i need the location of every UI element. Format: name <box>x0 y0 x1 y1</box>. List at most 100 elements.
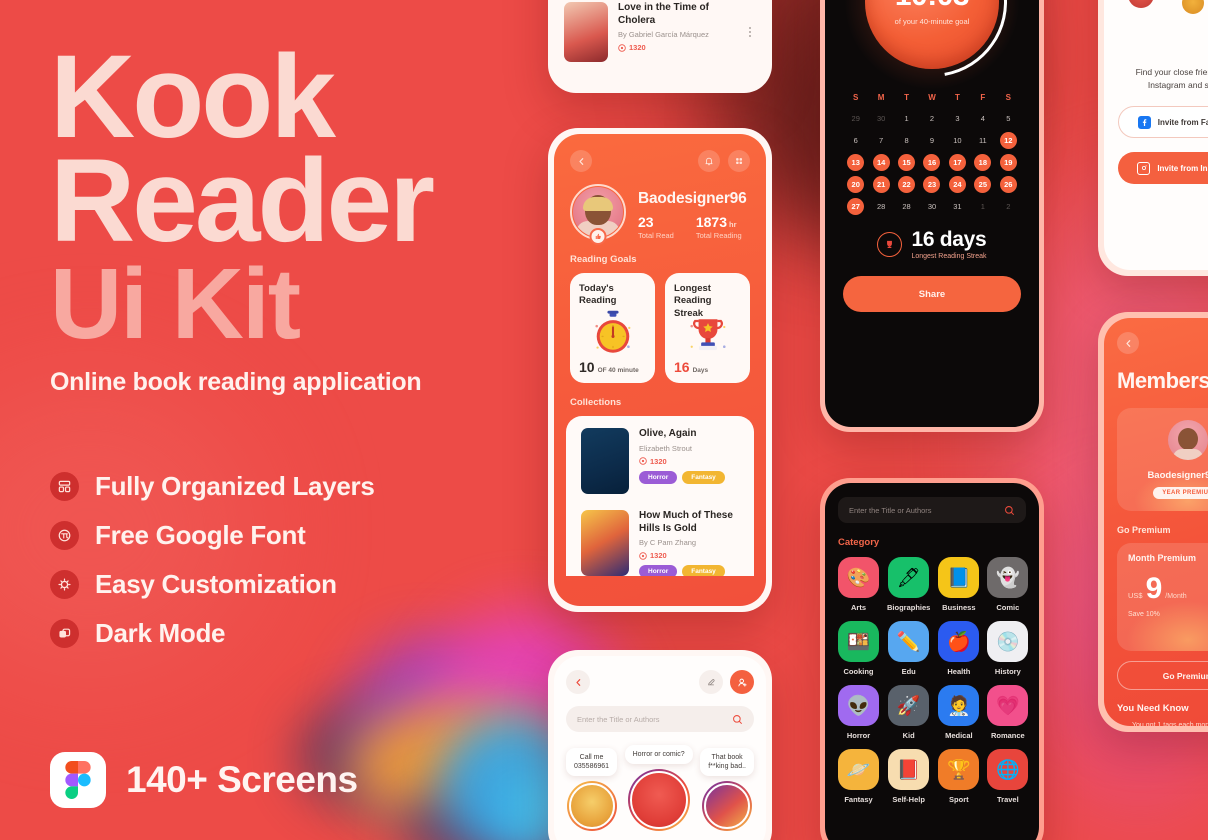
category-tile-icon: 👻 <box>987 557 1029 598</box>
calendar-cell[interactable]: 6 <box>843 131 868 150</box>
calendar-cell[interactable]: 1 <box>970 197 995 216</box>
category-item[interactable]: 👻 Comic <box>987 557 1029 612</box>
calendar-cell[interactable]: 3 <box>945 109 970 128</box>
invite-facebook-button[interactable]: Invite from Facebook <box>1118 106 1208 139</box>
calendar-cell[interactable]: 19 <box>996 153 1021 172</box>
edit-button[interactable] <box>699 670 723 694</box>
collection-item[interactable]: How Much of These Hills Is Gold By C Pam… <box>577 502 743 576</box>
category-item[interactable]: ✏️ Edu <box>887 621 930 676</box>
tag-fantasy[interactable]: Fantasy <box>682 470 725 484</box>
calendar-cell[interactable]: 25 <box>970 175 995 194</box>
invite-instagram-button[interactable]: Invite from Instagram <box>1118 152 1208 185</box>
calendar-cell[interactable]: 20 <box>843 175 868 194</box>
calendar-cell[interactable]: 2 <box>996 197 1021 216</box>
more-options-icon[interactable] <box>744 2 756 62</box>
calendar-cell[interactable]: 1 <box>894 109 919 128</box>
calendar-cell[interactable]: 8 <box>894 131 919 150</box>
calendar-cell[interactable]: 10 <box>945 131 970 150</box>
tag-horror[interactable]: Horror <box>639 470 678 484</box>
category-item[interactable]: 🍱 Cooking <box>838 621 879 676</box>
calendar-cell[interactable]: 22 <box>894 175 919 194</box>
goal-card-today[interactable]: Today's Reading 10 OF 40 minute <box>570 273 655 383</box>
search-input[interactable]: Enter the Title or Authors <box>566 706 754 732</box>
category-grid: 🎨 Arts 🖋 Biographies 📘 Business 👻 Comic 🍱 Cooking… <box>838 557 1029 804</box>
avatar-ring <box>566 781 617 832</box>
premium-plan-card[interactable]: Month Premium US$ 9 /Month Save 10% <box>1117 543 1208 651</box>
calendar-cell[interactable]: 5 <box>996 109 1021 128</box>
back-button[interactable] <box>1117 332 1139 354</box>
category-item[interactable]: 🖋 Biographies <box>887 557 930 612</box>
calendar-cell[interactable]: 24 <box>945 175 970 194</box>
calendar-cell[interactable]: 2 <box>919 109 944 128</box>
category-item[interactable]: 🧑‍⚕️ Medical <box>938 685 980 740</box>
category-item[interactable]: 📕 Self-Help <box>887 749 930 804</box>
calendar-cell[interactable]: 12 <box>996 131 1021 150</box>
avatar[interactable] <box>570 184 626 245</box>
calendar-weekday-header: S M T W T F S <box>843 93 1021 109</box>
calendar-cell[interactable]: 11 <box>970 131 995 150</box>
category-label: Self-Help <box>892 795 925 804</box>
collections-title: Collections <box>570 397 622 408</box>
category-item[interactable]: 🚀 Kid <box>887 685 930 740</box>
category-tile-icon: 📕 <box>888 749 930 790</box>
add-user-button[interactable] <box>730 670 754 694</box>
category-item[interactable]: 💗 Romance <box>987 685 1029 740</box>
category-item[interactable]: 🍎 Health <box>938 621 980 676</box>
calendar-cell[interactable]: 14 <box>868 153 893 172</box>
category-item[interactable]: 🪐 Fantasy <box>838 749 879 804</box>
calendar-cell[interactable]: 28 <box>894 197 919 216</box>
category-tile-icon: 🏆 <box>938 749 980 790</box>
verified-badge-icon <box>589 228 607 245</box>
category-item[interactable]: 📘 Business <box>938 557 980 612</box>
calendar-cell[interactable]: 16 <box>919 153 944 172</box>
calendar-cell[interactable]: 26 <box>996 175 1021 194</box>
calendar-cell[interactable]: 28 <box>868 197 893 216</box>
category-label: Sport <box>949 795 969 804</box>
search-icon <box>733 714 742 724</box>
chat-contact[interactable]: Call me 035586961 <box>566 747 618 832</box>
category-section-title: Category <box>838 537 880 548</box>
tag-fantasy[interactable]: Fantasy <box>682 565 725 576</box>
back-button[interactable] <box>566 670 590 694</box>
tag-horror[interactable]: Horror <box>639 565 678 576</box>
collection-item[interactable]: Olive, Again Elizabeth Strout 1320 Horro… <box>577 428 743 502</box>
calendar-cell[interactable]: 30 <box>919 197 944 216</box>
calendar-day: 16 <box>923 154 941 171</box>
calendar-cell[interactable]: 31 <box>945 197 970 216</box>
streak-summary: 16 days Longest Reading Streak <box>825 228 1039 260</box>
go-premium-button[interactable]: Go Premium <box>1117 661 1208 690</box>
book-list-item[interactable]: Love in the Time of Cholera By Gabriel G… <box>560 0 760 70</box>
calendar-cell[interactable]: 13 <box>843 153 868 172</box>
calendar-cell[interactable]: 4 <box>970 109 995 128</box>
category-item[interactable]: 👽 Horror <box>838 685 879 740</box>
calendar-cell[interactable]: 27 <box>843 197 868 216</box>
bell-button[interactable] <box>698 150 720 172</box>
grid-button[interactable] <box>728 150 750 172</box>
plan-save-label: Save 10% <box>1128 611 1160 618</box>
book-author: By C Pam Zhang <box>639 538 697 547</box>
share-button[interactable]: Share <box>843 276 1021 312</box>
chat-contact[interactable]: That book f**king bad.. <box>700 747 754 832</box>
calendar-cell[interactable]: 23 <box>919 175 944 194</box>
calendar-cell[interactable]: 9 <box>919 131 944 150</box>
calendar-cell[interactable]: 17 <box>945 153 970 172</box>
know-text: You got 1 tags each month, even if you w… <box>1132 722 1208 726</box>
calendar-cell[interactable]: 7 <box>868 131 893 150</box>
calendar-cell[interactable]: 29 <box>843 109 868 128</box>
plan-period: /Month <box>1165 593 1187 600</box>
category-item[interactable]: 💿 History <box>987 621 1029 676</box>
category-item[interactable]: 🌐 Travel <box>987 749 1029 804</box>
category-item[interactable]: 🎨 Arts <box>838 557 879 612</box>
chat-bubble: Call me 035586961 <box>566 747 618 777</box>
calendar-cell[interactable]: 15 <box>894 153 919 172</box>
calendar-cell[interactable]: 18 <box>970 153 995 172</box>
category-tile-icon: 💿 <box>987 621 1029 662</box>
chat-contact[interactable]: Horror or comic? <box>624 745 693 832</box>
calendar-cell[interactable]: 30 <box>868 109 893 128</box>
search-input[interactable]: Enter the Title or Authors <box>838 497 1026 523</box>
category-item[interactable]: 🏆 Sport <box>938 749 980 804</box>
reading-calendar: S M T W T F S 29 30 1 2 3 4 5 6 7 8 9 10 11 12 13 14 15 1… <box>825 77 1039 216</box>
goal-card-streak[interactable]: Longest Reading Streak 16 Days <box>665 273 750 383</box>
back-button[interactable] <box>570 150 592 172</box>
calendar-cell[interactable]: 21 <box>868 175 893 194</box>
